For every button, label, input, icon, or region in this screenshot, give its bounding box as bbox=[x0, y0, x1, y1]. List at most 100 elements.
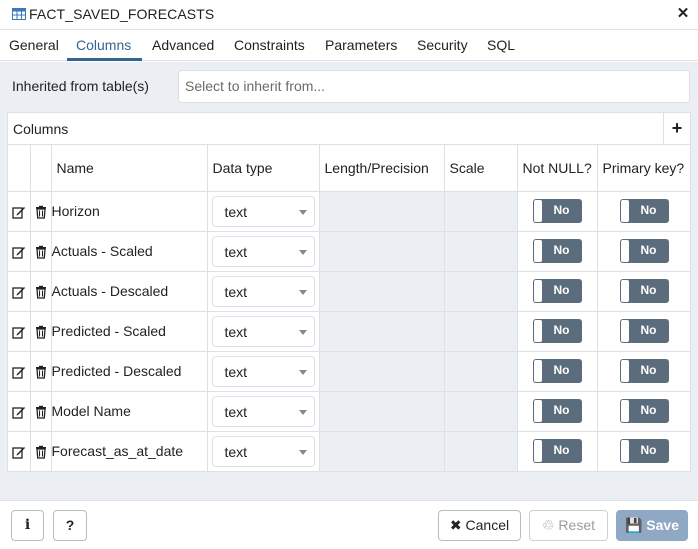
toggle-label: No bbox=[553, 243, 570, 257]
length-precision-cell bbox=[319, 231, 445, 272]
trash-icon[interactable] bbox=[34, 325, 48, 339]
toggle-label: No bbox=[640, 283, 657, 297]
edit-cell bbox=[8, 231, 31, 272]
tab-constraints[interactable]: Constraints bbox=[234, 37, 305, 53]
primary-key-toggle[interactable]: No bbox=[619, 359, 669, 383]
toggle-knob bbox=[620, 360, 629, 382]
toggle-label: No bbox=[553, 363, 570, 377]
header-delete bbox=[30, 145, 52, 192]
trash-icon[interactable] bbox=[34, 365, 48, 379]
tab-sql[interactable]: SQL bbox=[487, 37, 515, 53]
column-name-cell[interactable]: Actuals - Scaled bbox=[51, 231, 208, 272]
primary-key-toggle[interactable]: No bbox=[619, 439, 669, 463]
tab-advanced[interactable]: Advanced bbox=[152, 37, 214, 53]
tab-general[interactable]: General bbox=[9, 37, 59, 53]
data-type-select[interactable]: text bbox=[211, 435, 315, 467]
primary-key-toggle[interactable]: No bbox=[619, 319, 669, 343]
inherit-select[interactable]: Select to inherit from... bbox=[178, 70, 690, 103]
not-null-toggle[interactable]: No bbox=[532, 359, 582, 383]
data-type-cell: text bbox=[207, 431, 320, 472]
header-not-null: Not NULL? bbox=[517, 145, 598, 192]
edit-cell bbox=[8, 391, 31, 432]
data-type-select[interactable]: text bbox=[211, 395, 315, 427]
header-primary-key: Primary key? bbox=[597, 145, 690, 192]
primary-key-toggle[interactable]: No bbox=[619, 199, 669, 223]
primary-key-toggle[interactable]: No bbox=[619, 239, 669, 263]
toggle-label: No bbox=[640, 243, 657, 257]
not-null-cell: No bbox=[517, 351, 598, 392]
data-type-cell: text bbox=[207, 191, 320, 232]
not-null-cell: No bbox=[517, 431, 598, 472]
edit-icon[interactable] bbox=[12, 325, 26, 339]
cancel-button[interactable]: ✖ Cancel bbox=[438, 510, 521, 541]
info-button[interactable]: i bbox=[11, 510, 44, 541]
toggle-knob bbox=[533, 440, 542, 462]
not-null-toggle[interactable]: No bbox=[532, 399, 582, 423]
not-null-toggle[interactable]: No bbox=[532, 239, 582, 263]
columns-table: Name Data type Length/Precision Scale No… bbox=[8, 145, 690, 472]
data-type-cell: text bbox=[207, 391, 320, 432]
delete-cell bbox=[30, 271, 52, 312]
help-button[interactable]: ? bbox=[53, 510, 87, 541]
data-type-select[interactable]: text bbox=[211, 275, 315, 307]
column-name-cell[interactable]: Actuals - Descaled bbox=[51, 271, 208, 312]
primary-key-toggle[interactable]: No bbox=[619, 279, 669, 303]
edit-cell bbox=[8, 351, 31, 392]
trash-icon[interactable] bbox=[34, 245, 48, 259]
not-null-toggle[interactable]: No bbox=[532, 199, 582, 223]
data-type-select[interactable]: text bbox=[211, 355, 315, 387]
toggle-label: No bbox=[553, 443, 570, 457]
length-precision-cell bbox=[319, 271, 445, 312]
edit-icon[interactable] bbox=[12, 405, 26, 419]
not-null-toggle[interactable]: No bbox=[532, 319, 582, 343]
length-precision-cell bbox=[319, 391, 445, 432]
data-type-value: text bbox=[224, 283, 248, 300]
data-type-select[interactable]: text bbox=[211, 315, 315, 347]
column-name-cell[interactable]: Model Name bbox=[51, 391, 208, 432]
primary-key-cell: No bbox=[597, 271, 690, 312]
column-name-cell[interactable]: Predicted - Descaled bbox=[51, 351, 208, 392]
dialog-footer: i ? ✖ Cancel ♲ Reset 💾 Save bbox=[0, 500, 698, 549]
reset-button[interactable]: ♲ Reset bbox=[529, 510, 608, 541]
not-null-toggle[interactable]: No bbox=[532, 439, 582, 463]
toggle-label: No bbox=[640, 443, 657, 457]
close-icon[interactable]: ✕ bbox=[676, 6, 690, 22]
tab-columns[interactable]: Columns bbox=[76, 37, 131, 53]
caret-down-icon bbox=[298, 249, 307, 255]
toggle-knob bbox=[620, 280, 629, 302]
edit-icon[interactable] bbox=[12, 285, 26, 299]
tab-parameters[interactable]: Parameters bbox=[325, 37, 397, 53]
primary-key-cell: No bbox=[597, 431, 690, 472]
trash-icon[interactable] bbox=[34, 445, 48, 459]
not-null-toggle[interactable]: No bbox=[532, 279, 582, 303]
column-name-cell[interactable]: Horizon bbox=[51, 191, 208, 232]
data-type-select[interactable]: text bbox=[211, 235, 315, 267]
column-name-cell[interactable]: Forecast_as_at_date bbox=[51, 431, 208, 472]
scale-cell bbox=[444, 191, 518, 232]
trash-icon[interactable] bbox=[34, 205, 48, 219]
edit-icon[interactable] bbox=[12, 445, 26, 459]
data-type-cell: text bbox=[207, 271, 320, 312]
length-precision-cell bbox=[319, 431, 445, 472]
data-type-select[interactable]: text bbox=[211, 195, 315, 227]
primary-key-toggle[interactable]: No bbox=[619, 399, 669, 423]
not-null-cell: No bbox=[517, 191, 598, 232]
data-type-value: text bbox=[224, 243, 248, 260]
table-icon bbox=[12, 8, 26, 20]
edit-cell bbox=[8, 311, 31, 352]
inherit-label: Inherited from table(s) bbox=[12, 78, 149, 94]
trash-icon[interactable] bbox=[34, 285, 48, 299]
column-name-cell[interactable]: Predicted - Scaled bbox=[51, 311, 208, 352]
tab-security[interactable]: Security bbox=[417, 37, 468, 53]
table-row: Actuals - Descaled text No No bbox=[8, 271, 690, 312]
not-null-cell: No bbox=[517, 311, 598, 352]
trash-icon[interactable] bbox=[34, 405, 48, 419]
edit-icon[interactable] bbox=[12, 365, 26, 379]
edit-icon[interactable] bbox=[12, 245, 26, 259]
toggle-knob bbox=[620, 200, 629, 222]
add-column-button[interactable]: + bbox=[663, 113, 690, 144]
header-length-precision: Length/Precision bbox=[319, 145, 445, 192]
edit-icon[interactable] bbox=[12, 205, 26, 219]
save-button[interactable]: 💾 Save bbox=[616, 510, 688, 541]
scale-cell bbox=[444, 351, 518, 392]
